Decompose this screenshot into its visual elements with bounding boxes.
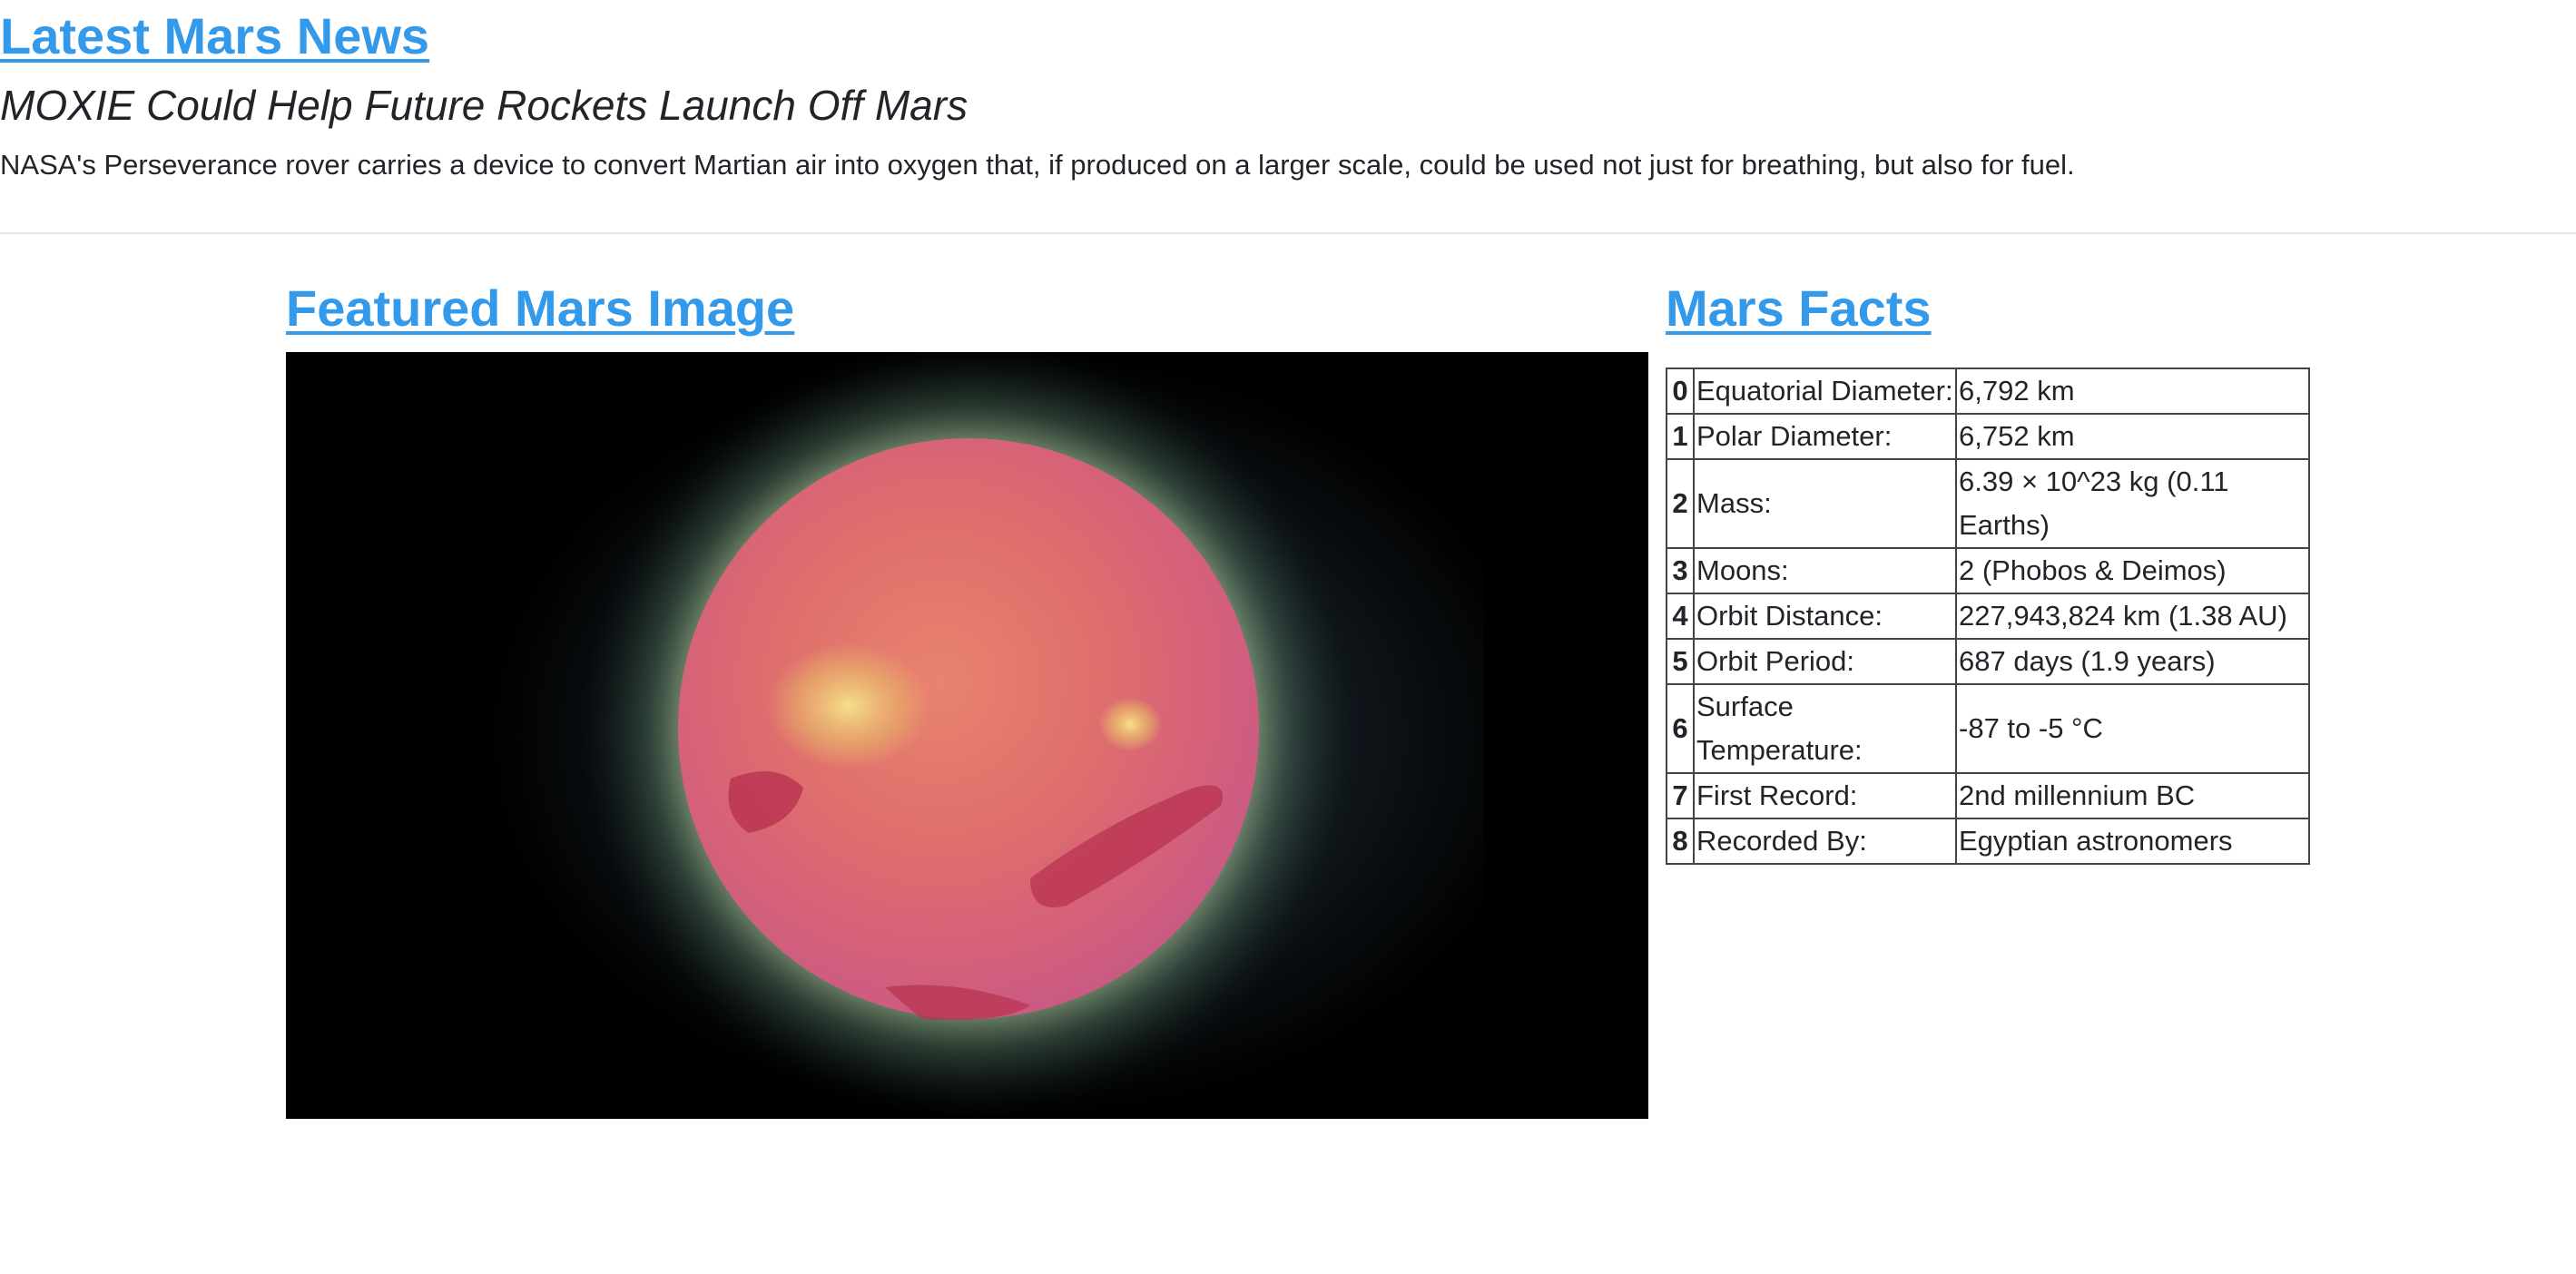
fact-label: Moons:: [1693, 547, 1957, 594]
fact-label: Equatorial Diameter:: [1693, 368, 1957, 415]
table-row: 6 Surface Temperature: -87 to -5 °C: [1666, 683, 2310, 774]
table-row: 8 Recorded By: Egyptian astronomers: [1666, 818, 2310, 865]
table-row: 4 Orbit Distance: 227,943,824 km (1.38 A…: [1666, 593, 2310, 640]
row-index: 4: [1666, 593, 1695, 640]
fact-value: 6,792 km: [1955, 368, 2310, 415]
mars-facts-heading: Mars Facts: [1666, 276, 1932, 341]
table-row: 2 Mass: 6.39 × 10^23 kg (0.11 Earths): [1666, 458, 2310, 549]
table-row: 7 First Record: 2nd millennium BC: [1666, 772, 2310, 819]
fact-label: Orbit Distance:: [1693, 593, 1957, 640]
fact-value: 2nd millennium BC: [1955, 772, 2310, 819]
mars-facts-link[interactable]: Mars Facts: [1666, 279, 1932, 337]
fact-label: First Record:: [1693, 772, 1957, 819]
sun-corona-image: [286, 352, 1648, 1119]
table-row: 1 Polar Diameter: 6,752 km: [1666, 413, 2310, 460]
fact-value: -87 to -5 °C: [1955, 683, 2310, 774]
mars-facts-table: 0 Equatorial Diameter: 6,792 km 1 Polar …: [1666, 368, 2310, 865]
table-row: 0 Equatorial Diameter: 6,792 km: [1666, 368, 2310, 415]
fact-label: Mass:: [1693, 458, 1957, 549]
row-index: 1: [1666, 413, 1695, 460]
featured-image-link[interactable]: Featured Mars Image: [286, 279, 794, 337]
fact-label: Orbit Period:: [1693, 638, 1957, 685]
news-title: MOXIE Could Help Future Rockets Launch O…: [0, 82, 968, 129]
fact-label: Polar Diameter:: [1693, 413, 1957, 460]
featured-image-heading: Featured Mars Image: [286, 276, 794, 341]
section-divider: [0, 232, 2576, 234]
row-index: 2: [1666, 458, 1695, 549]
fact-label: Recorded By:: [1693, 818, 1957, 865]
fact-value: 227,943,824 km (1.38 AU): [1955, 593, 2310, 640]
fact-value: 6,752 km: [1955, 413, 2310, 460]
fact-value: 6.39 × 10^23 kg (0.11 Earths): [1955, 458, 2310, 549]
latest-news-heading: Latest Mars News: [0, 4, 429, 69]
row-index: 0: [1666, 368, 1695, 415]
row-index: 8: [1666, 818, 1695, 865]
table-row: 5 Orbit Period: 687 days (1.9 years): [1666, 638, 2310, 685]
fact-value: Egyptian astronomers: [1955, 818, 2310, 865]
row-index: 3: [1666, 547, 1695, 594]
fact-label: Surface Temperature:: [1693, 683, 1957, 774]
table-row: 3 Moons: 2 (Phobos & Deimos): [1666, 547, 2310, 594]
row-index: 5: [1666, 638, 1695, 685]
row-index: 6: [1666, 683, 1695, 774]
news-teaser: NASA's Perseverance rover carries a devi…: [0, 149, 2075, 181]
fact-value: 2 (Phobos & Deimos): [1955, 547, 2310, 594]
featured-mars-image: [286, 352, 1648, 1119]
latest-news-link[interactable]: Latest Mars News: [0, 7, 429, 64]
fact-value: 687 days (1.9 years): [1955, 638, 2310, 685]
row-index: 7: [1666, 772, 1695, 819]
